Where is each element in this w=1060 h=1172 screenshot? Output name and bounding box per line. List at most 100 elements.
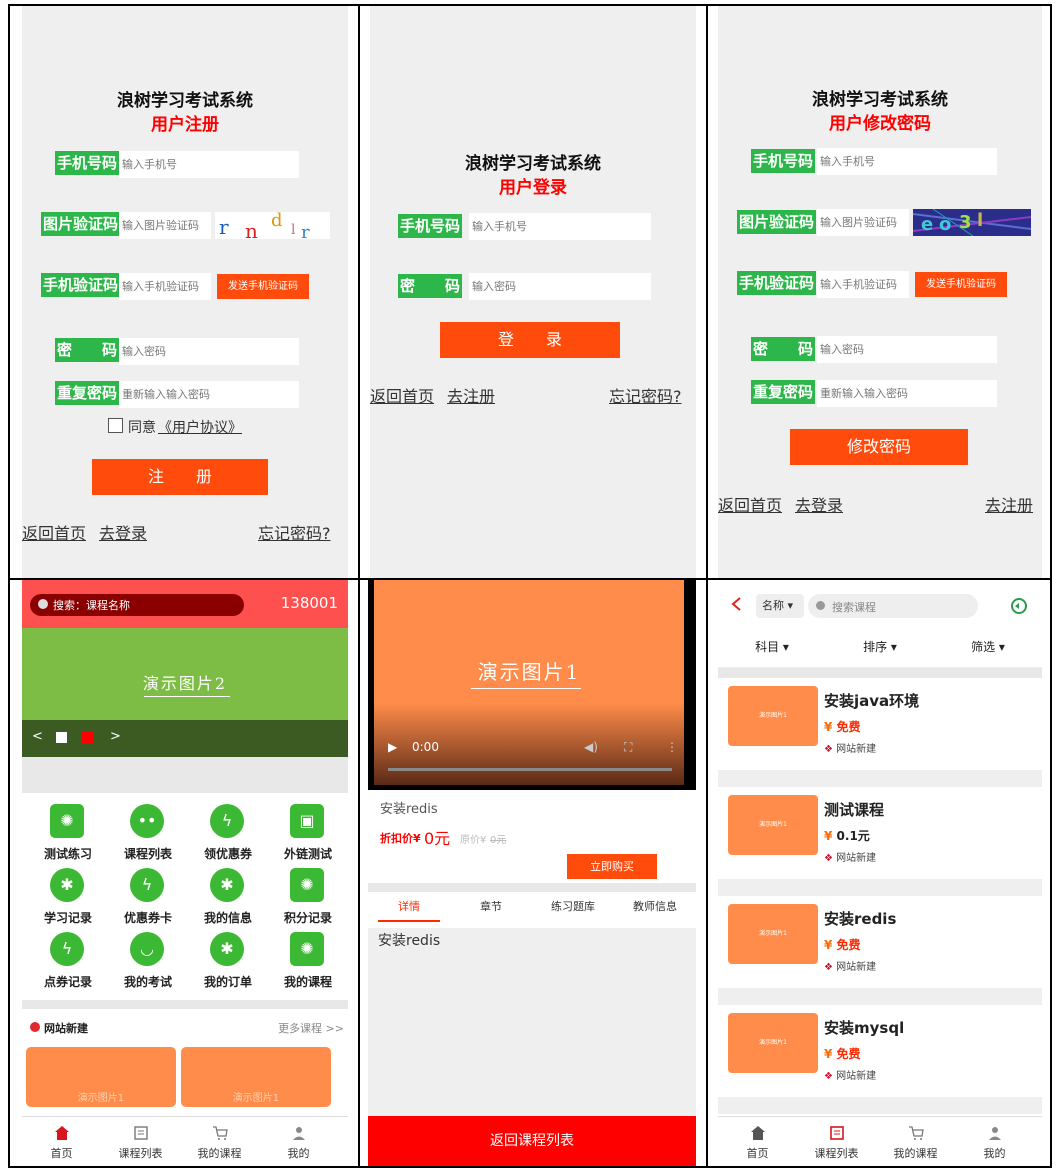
agreement-link[interactable]: 《用户协议》 (158, 417, 242, 437)
grid-item-label[interactable]: 优惠券卡 (108, 909, 188, 926)
tab-course-list[interactable]: 课程列表 (797, 1117, 876, 1166)
captcha-image[interactable]: e o 3 l (912, 208, 1032, 237)
course-list-item[interactable]: 演示图片1 安装java环境 ¥ 免费 ❖ 网站新建 (718, 678, 1042, 770)
grid-icon[interactable]: ✺ (290, 932, 324, 966)
detail-tab[interactable]: 练习题库 (532, 898, 614, 914)
refresh-icon[interactable] (1010, 597, 1028, 615)
course-list-item[interactable]: 演示图片1 安装redis ¥ 免费 ❖ 网站新建 (718, 896, 1042, 988)
tab-mine[interactable]: 我的 (259, 1117, 338, 1166)
detail-tab[interactable]: 教师信息 (614, 898, 696, 914)
banner-prev[interactable]: < (32, 729, 43, 744)
grid-item-label[interactable]: 我的课程 (268, 973, 348, 990)
grid-item-label[interactable]: 领优惠券 (188, 845, 268, 862)
grid-icon[interactable]: •• (130, 804, 164, 838)
back-home-link[interactable]: 返回首页 (22, 520, 86, 544)
img-code-input[interactable] (119, 212, 211, 239)
go-login-link[interactable]: 去登录 (795, 492, 843, 516)
back-to-list-button[interactable]: 返回课程列表 (368, 1116, 696, 1166)
filter-dropdown[interactable]: 排序 ▾ (826, 638, 934, 655)
grid-icon[interactable]: ▣ (290, 804, 324, 838)
course-list-item[interactable]: 演示图片1 安装mysql ¥ 免费 ❖ 网站新建 (718, 1005, 1042, 1097)
captcha-image[interactable]: r n d l r (215, 210, 330, 243)
back-home-link[interactable]: 返回首页 (370, 383, 434, 407)
img-code-input[interactable] (817, 209, 909, 236)
grid-icon[interactable]: ✱ (50, 868, 84, 902)
filter-dropdown[interactable]: 科目 ▾ (718, 638, 826, 655)
repeat-password-input[interactable] (817, 380, 997, 407)
grid-item-label[interactable]: 我的订单 (188, 973, 268, 990)
tab-home[interactable]: 首页 (22, 1117, 101, 1166)
sms-code-input[interactable] (817, 271, 909, 298)
course-source: ❖ 网站新建 (824, 740, 876, 755)
forgot-password-link[interactable]: 忘记密码? (609, 383, 682, 407)
go-register-link[interactable]: 去注册 (447, 383, 495, 407)
grid-item-label[interactable]: 点券记录 (28, 973, 108, 990)
tab-home[interactable]: 首页 (718, 1117, 797, 1166)
go-register-link[interactable]: 去注册 (985, 492, 1033, 516)
register-button[interactable]: 注 册 (92, 459, 268, 495)
repeat-password-input[interactable] (119, 381, 299, 408)
more-options-icon[interactable]: ⋮ (666, 740, 678, 754)
tab-course-list[interactable]: 课程列表 (101, 1117, 180, 1166)
course-list-item[interactable]: 演示图片1 测试课程 ¥ 0.1元 ❖ 网站新建 (718, 787, 1042, 879)
course-card-2[interactable]: 演示图片1 (181, 1047, 331, 1107)
play-icon[interactable]: ▶ (388, 740, 397, 754)
grid-icon[interactable]: ϟ (50, 932, 84, 966)
send-sms-button[interactable]: 发送手机验证码 (915, 272, 1007, 297)
banner-dot-2[interactable] (82, 732, 93, 743)
course-card-1[interactable]: 演示图片1 (26, 1047, 176, 1107)
password-input[interactable] (817, 336, 997, 363)
phone-input[interactable] (119, 151, 299, 178)
volume-icon[interactable]: ◀) (584, 740, 598, 754)
banner-next[interactable]: > (110, 729, 121, 744)
banner-dot-1[interactable] (56, 732, 67, 743)
agree-checkbox[interactable] (108, 418, 123, 433)
captcha-graphic: e o 3 l (912, 208, 1032, 237)
grid-icon[interactable]: ✺ (290, 868, 324, 902)
filter-dropdown[interactable]: 筛选 ▾ (934, 638, 1042, 655)
grid-icon[interactable]: ϟ (210, 804, 244, 838)
banner-slide[interactable]: 演示图片2 (22, 628, 348, 720)
back-home-link[interactable]: 返回首页 (718, 492, 782, 516)
filter-name-select[interactable]: 名称 ▾ (756, 594, 804, 618)
tab-my-courses[interactable]: 我的课程 (180, 1117, 259, 1166)
user-icon (988, 1127, 1001, 1140)
send-sms-button[interactable]: 发送手机验证码 (217, 274, 309, 299)
grid-icon[interactable]: ϟ (130, 868, 164, 902)
grid-icon[interactable]: ✱ (210, 932, 244, 966)
grid-icon[interactable]: ✺ (50, 804, 84, 838)
search-course-input[interactable]: 搜索课程 (808, 594, 978, 618)
phone-input[interactable] (469, 213, 651, 240)
grid-item-label[interactable]: 外链测试 (268, 845, 348, 862)
tab-mine[interactable]: 我的 (955, 1117, 1034, 1166)
more-courses-link[interactable]: 更多课程 >> (278, 1020, 344, 1036)
go-login-link[interactable]: 去登录 (99, 520, 147, 544)
phone-input[interactable] (817, 148, 997, 175)
forgot-password-link[interactable]: 忘记密码? (258, 520, 331, 544)
grid-item-label[interactable]: 我的信息 (188, 909, 268, 926)
grid-icon[interactable]: ◡ (130, 932, 164, 966)
search-bar[interactable]: 搜索：课程名称 (30, 594, 244, 616)
sms-code-input[interactable] (119, 273, 211, 300)
video-progress-bar[interactable] (388, 768, 672, 771)
section-title: 网站新建 (44, 1022, 88, 1035)
grid-item-label[interactable]: 积分记录 (268, 909, 348, 926)
password-input[interactable] (469, 273, 651, 300)
login-button[interactable]: 登 录 (440, 322, 620, 358)
phone-label: 手机号码 (398, 214, 463, 238)
detail-tab[interactable]: 详情 (368, 898, 450, 914)
grid-item-label[interactable]: 我的考试 (108, 973, 188, 990)
buy-now-button[interactable]: 立即购买 (567, 854, 657, 879)
back-arrow-icon[interactable] (730, 596, 742, 612)
password-input[interactable] (119, 338, 299, 365)
video-player[interactable]: 演示图片1 ▶ 0:00 ◀) ⛶ ⋮ (368, 580, 696, 790)
grid-item-label[interactable]: 课程列表 (108, 845, 188, 862)
tab-my-courses[interactable]: 我的课程 (876, 1117, 955, 1166)
fullscreen-icon[interactable]: ⛶ (624, 740, 632, 755)
grid-icon[interactable]: ✱ (210, 868, 244, 902)
detail-content-text: 安装redis (378, 933, 441, 949)
detail-tab[interactable]: 章节 (450, 898, 532, 914)
change-password-button[interactable]: 修改密码 (790, 429, 968, 465)
grid-item-label[interactable]: 测试练习 (28, 845, 108, 862)
grid-item-label[interactable]: 学习记录 (28, 909, 108, 926)
